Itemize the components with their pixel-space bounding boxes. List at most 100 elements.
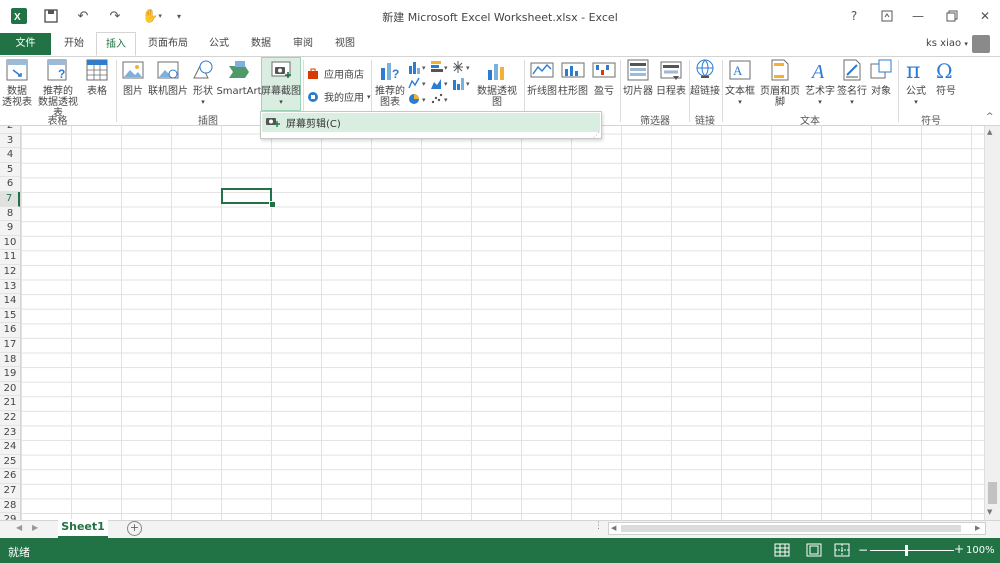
slicer-button[interactable]: 切片器 bbox=[622, 58, 654, 97]
equation-button[interactable]: π 公式 ▾ bbox=[902, 58, 930, 108]
tab-insert[interactable]: 插入 bbox=[96, 32, 136, 56]
row-header[interactable]: 13 bbox=[0, 280, 20, 295]
scroll-left-icon[interactable]: ◀ bbox=[611, 524, 616, 532]
vertical-scroll-thumb[interactable] bbox=[988, 482, 997, 504]
table-button[interactable]: 表格 bbox=[84, 58, 110, 97]
zoom-slider-thumb[interactable] bbox=[905, 545, 908, 556]
sparkline-line-button[interactable]: 折线图 bbox=[527, 58, 557, 97]
row-header[interactable]: 29 bbox=[0, 513, 20, 520]
minimize-icon[interactable]: — bbox=[907, 6, 929, 26]
picture-button[interactable]: 图片 bbox=[120, 58, 146, 97]
timeline-button[interactable]: 日程表 bbox=[655, 58, 687, 97]
ribbon-display-options-icon[interactable] bbox=[876, 6, 898, 26]
area-chart-icon[interactable]: ▾ bbox=[430, 76, 450, 92]
tab-split-handle-icon[interactable]: ⋮ bbox=[594, 521, 603, 531]
shapes-button[interactable]: 形状 ▾ bbox=[190, 58, 216, 108]
row-header[interactable]: 15 bbox=[0, 309, 20, 324]
row-header[interactable]: 25 bbox=[0, 455, 20, 470]
tab-page-layout[interactable]: 页面布局 bbox=[142, 32, 194, 56]
row-header[interactable]: 24 bbox=[0, 440, 20, 455]
row-header[interactable]: 19 bbox=[0, 367, 20, 382]
wordart-button[interactable]: A 艺术字 ▾ bbox=[805, 58, 835, 108]
my-apps-button[interactable]: 我的应用 ▾ bbox=[307, 89, 371, 104]
tab-view[interactable]: 视图 bbox=[326, 32, 364, 56]
horizontal-scrollbar[interactable]: ◀ ▶ bbox=[608, 522, 986, 535]
row-header[interactable]: 20 bbox=[0, 382, 20, 397]
scroll-down-icon[interactable]: ▼ bbox=[987, 508, 992, 516]
scroll-right-icon[interactable]: ▶ bbox=[975, 524, 980, 532]
hierarchy-chart-icon[interactable]: ▾ bbox=[452, 60, 472, 76]
row-header[interactable]: 10 bbox=[0, 236, 20, 251]
pivot-chart-button[interactable]: 数据透视图▾ bbox=[473, 58, 521, 119]
row-header[interactable]: 8 bbox=[0, 207, 20, 222]
signature-line-button[interactable]: 签名行 ▾ bbox=[836, 58, 868, 108]
row-header[interactable]: 17 bbox=[0, 338, 20, 353]
sparkline-column-button[interactable]: 柱形图 bbox=[558, 58, 588, 97]
header-footer-button[interactable]: 页眉和页脚 bbox=[757, 58, 803, 108]
row-header[interactable]: 23 bbox=[0, 426, 20, 441]
sparkline-winloss-button[interactable]: 盈亏 bbox=[590, 58, 618, 97]
recommended-charts-button[interactable]: ? 推荐的 图表 bbox=[374, 58, 406, 108]
object-button[interactable]: 对象 bbox=[868, 58, 894, 97]
row-header[interactable]: 21 bbox=[0, 396, 20, 411]
row-header[interactable]: 11 bbox=[0, 250, 20, 265]
row-header[interactable]: 28 bbox=[0, 499, 20, 514]
pie-chart-icon[interactable]: ▾ bbox=[408, 92, 428, 108]
resize-grip-icon[interactable]: ⋰ bbox=[593, 131, 600, 139]
zoom-level[interactable]: 100% bbox=[966, 545, 995, 556]
add-sheet-icon[interactable]: + bbox=[127, 521, 142, 536]
scroll-up-icon[interactable]: ▲ bbox=[987, 128, 992, 136]
fill-handle[interactable] bbox=[269, 201, 276, 208]
collapse-ribbon-icon[interactable]: ^ bbox=[986, 112, 994, 122]
stat-chart-icon[interactable]: ▾ bbox=[452, 76, 472, 92]
row-header[interactable]: 4 bbox=[0, 148, 20, 163]
tab-formulas[interactable]: 公式 bbox=[200, 32, 238, 56]
row-header[interactable]: 12 bbox=[0, 265, 20, 280]
screenshot-button[interactable]: 屏幕截图 ▾ bbox=[261, 58, 301, 108]
pivot-table-button[interactable]: 数据 透视表 bbox=[2, 58, 32, 108]
zoom-slider-track[interactable] bbox=[870, 550, 954, 551]
row-header[interactable]: 5 bbox=[0, 163, 20, 178]
tab-review[interactable]: 审阅 bbox=[284, 32, 322, 56]
avatar[interactable] bbox=[972, 35, 990, 53]
column-chart-icon[interactable]: ▾ bbox=[408, 60, 428, 76]
sheet-next-icon[interactable]: ▶ bbox=[32, 523, 38, 532]
row-header[interactable]: 16 bbox=[0, 323, 20, 338]
sheet-prev-icon[interactable]: ◀ bbox=[16, 523, 22, 532]
normal-view-icon[interactable] bbox=[774, 543, 790, 560]
sheet-tab-sheet1[interactable]: Sheet1 bbox=[58, 519, 108, 538]
restore-icon[interactable] bbox=[941, 6, 963, 26]
row-header[interactable]: 2 bbox=[0, 126, 20, 134]
symbol-button[interactable]: Ω 符号 bbox=[932, 58, 960, 97]
row-header[interactable]: 22 bbox=[0, 411, 20, 426]
row-header[interactable]: 18 bbox=[0, 353, 20, 368]
textbox-button[interactable]: A 文本框 ▾ bbox=[724, 58, 756, 108]
scatter-chart-icon[interactable]: ▾ bbox=[430, 92, 450, 108]
close-icon[interactable]: ✕ bbox=[974, 6, 996, 26]
horizontal-scroll-thumb[interactable] bbox=[621, 525, 961, 532]
row-header[interactable]: 26 bbox=[0, 469, 20, 484]
line-chart-icon[interactable]: ▾ bbox=[408, 76, 428, 92]
worksheet-grid[interactable] bbox=[21, 126, 984, 520]
vertical-scrollbar[interactable]: ▲ ▼ bbox=[984, 126, 1000, 520]
tab-home[interactable]: 开始 bbox=[56, 32, 92, 56]
hyperlink-button[interactable]: 超链接 bbox=[690, 58, 720, 97]
help-icon[interactable]: ? bbox=[843, 6, 865, 26]
zoom-in-icon[interactable]: + bbox=[954, 542, 964, 556]
page-layout-view-icon[interactable] bbox=[806, 543, 822, 560]
online-picture-button[interactable]: 联机图片 bbox=[148, 58, 188, 97]
tab-file[interactable]: 文件 bbox=[0, 33, 51, 55]
zoom-out-icon[interactable]: − bbox=[858, 543, 868, 557]
row-header[interactable]: 9 bbox=[0, 221, 20, 236]
page-break-view-icon[interactable] bbox=[834, 543, 850, 560]
row-header[interactable]: 7 bbox=[0, 192, 20, 207]
row-header[interactable]: 14 bbox=[0, 294, 20, 309]
active-cell[interactable] bbox=[221, 188, 272, 204]
store-button[interactable]: 应用商店 bbox=[307, 66, 364, 81]
recommended-pivot-button[interactable]: ? 推荐的 数据透视表 bbox=[34, 58, 82, 119]
user-account[interactable]: ks xiao ▾ bbox=[926, 38, 968, 49]
row-header[interactable]: 27 bbox=[0, 484, 20, 499]
smartart-button[interactable]: SmartArt bbox=[216, 58, 262, 97]
row-header[interactable]: 3 bbox=[0, 134, 20, 149]
row-header[interactable]: 6 bbox=[0, 177, 20, 192]
